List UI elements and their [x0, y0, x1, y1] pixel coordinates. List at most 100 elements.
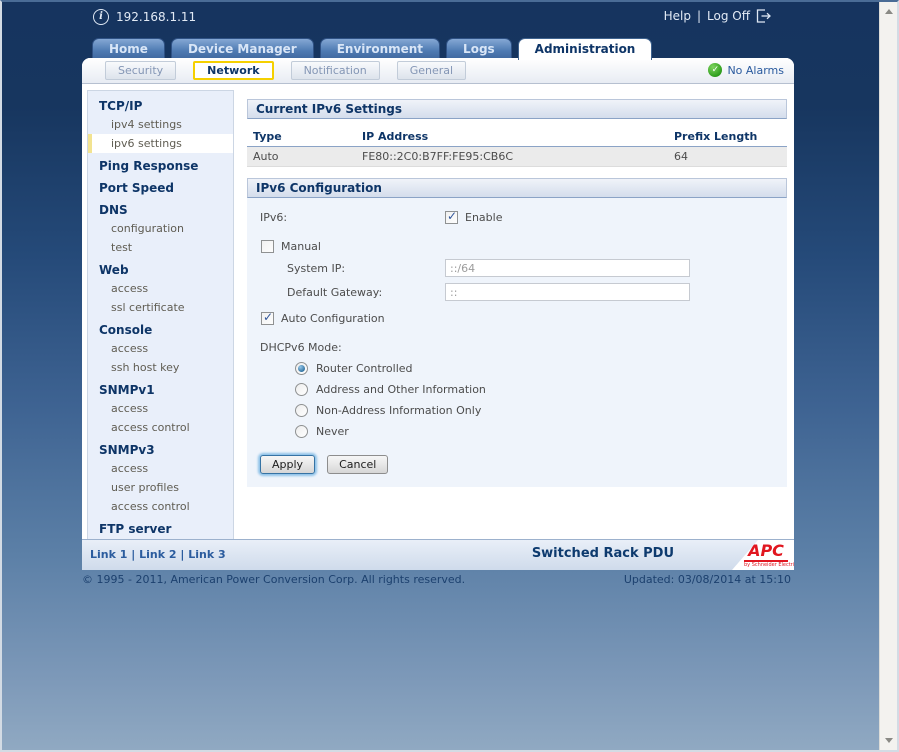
tab-logs[interactable]: Logs	[446, 38, 512, 59]
device-address-group: 192.168.1.11	[93, 9, 196, 25]
auto-configuration-checkbox[interactable]	[261, 312, 274, 325]
system-ip-row: System IP:	[287, 259, 787, 277]
sidebar-item-tcpip[interactable]: TCP/IP	[88, 93, 233, 115]
sidebar-item-dns-test[interactable]: test	[88, 238, 233, 257]
sidebar-item-web-access[interactable]: access	[88, 279, 233, 298]
system-ip-input[interactable]	[445, 259, 690, 277]
column-header-ip-address: IP Address	[356, 128, 668, 147]
cell-ip-address: FE80::2C0:B7FF:FE95:CB6C	[356, 147, 668, 167]
address-other-radio[interactable]	[295, 383, 308, 396]
sidebar-item-snmpv3-access-control[interactable]: access control	[88, 497, 233, 516]
sidebar-item-dns-configuration[interactable]: configuration	[88, 219, 233, 238]
non-address-label: Non-Address Information Only	[316, 404, 481, 417]
column-header-type: Type	[247, 128, 356, 147]
sidebar-item-console[interactable]: Console	[88, 317, 233, 339]
apc-logo: APC by Schneider Electric	[744, 543, 788, 569]
current-ipv6-settings-table: Type IP Address Prefix Length Auto FE80:…	[247, 128, 787, 167]
subtab-security[interactable]: Security	[105, 61, 176, 80]
alarm-status[interactable]: No Alarms	[708, 63, 784, 77]
main-tab-bar: Home Device Manager Environment Logs Adm…	[92, 38, 652, 59]
toplink-separator: |	[697, 9, 701, 23]
cell-prefix-length: 64	[668, 147, 787, 167]
dhcpv6-option-address-other: Address and Other Information	[295, 383, 787, 396]
sidebar-item-ipv4-settings[interactable]: ipv4 settings	[88, 115, 233, 134]
subtab-network[interactable]: Network	[193, 61, 273, 80]
non-address-radio[interactable]	[295, 404, 308, 417]
subtab-notification[interactable]: Notification	[291, 61, 380, 80]
apc-tagline: by Schneider Electric	[744, 562, 788, 569]
never-label: Never	[316, 425, 349, 438]
system-ip-label: System IP:	[287, 262, 445, 275]
vertical-scrollbar[interactable]	[879, 2, 897, 750]
sidebar-item-dns[interactable]: DNS	[88, 197, 233, 219]
scroll-up-button[interactable]	[880, 3, 897, 20]
current-ipv6-settings-header: Current IPv6 Settings	[247, 99, 787, 119]
footer-link-2[interactable]: Link 2	[139, 548, 176, 561]
sidebar-item-console-access[interactable]: access	[88, 339, 233, 358]
sidebar-item-ssh-host-key[interactable]: ssh host key	[88, 358, 233, 377]
footer-link-separator: |	[131, 548, 135, 561]
footer-links: Link 1 | Link 2 | Link 3	[90, 548, 226, 561]
footer-link-3[interactable]: Link 3	[188, 548, 225, 561]
info-icon	[93, 9, 109, 25]
auto-configuration-row: Auto Configuration	[261, 312, 787, 325]
default-gateway-input[interactable]	[445, 283, 690, 301]
sidebar-item-ipv6-settings[interactable]: ipv6 settings	[88, 134, 233, 153]
dhcpv6-option-never: Never	[295, 425, 787, 438]
sidebar-item-snmpv3-access[interactable]: access	[88, 459, 233, 478]
manual-row: Manual	[261, 240, 787, 253]
subtabs: Security Network Notification General	[105, 61, 466, 80]
sidebar-item-snmpv1-access-control[interactable]: access control	[88, 418, 233, 437]
sidebar-item-snmpv3[interactable]: SNMPv3	[88, 437, 233, 459]
tab-device-manager[interactable]: Device Manager	[171, 38, 314, 59]
footer-link-separator: |	[180, 548, 184, 561]
form-buttons: Apply Cancel	[260, 455, 787, 474]
dhcpv6-option-non-address: Non-Address Information Only	[295, 404, 787, 417]
manual-label: Manual	[281, 240, 321, 253]
router-controlled-label: Router Controlled	[316, 362, 413, 375]
apply-button[interactable]: Apply	[260, 455, 315, 474]
tab-home[interactable]: Home	[92, 38, 165, 59]
address-other-label: Address and Other Information	[316, 383, 486, 396]
tab-environment[interactable]: Environment	[320, 38, 440, 59]
column-header-prefix-length: Prefix Length	[668, 128, 787, 147]
never-radio[interactable]	[295, 425, 308, 438]
sidebar-item-snmpv1-access[interactable]: access	[88, 399, 233, 418]
alarm-status-label: No Alarms	[727, 64, 784, 77]
cancel-button[interactable]: Cancel	[327, 455, 388, 474]
session-links: Help | Log Off	[664, 9, 771, 23]
sidebar-item-web[interactable]: Web	[88, 257, 233, 279]
help-link[interactable]: Help	[664, 9, 691, 23]
table-row: Auto FE80::2C0:B7FF:FE95:CB6C 64	[247, 147, 787, 167]
no-alarms-check-icon	[708, 63, 722, 77]
default-gateway-label: Default Gateway:	[287, 286, 445, 299]
router-controlled-radio[interactable]	[295, 362, 308, 375]
tab-administration[interactable]: Administration	[518, 38, 653, 60]
sidebar-item-port-speed[interactable]: Port Speed	[88, 175, 233, 197]
content-panel: Security Network Notification General No…	[82, 58, 794, 570]
default-gateway-row: Default Gateway:	[287, 283, 787, 301]
footer-link-1[interactable]: Link 1	[90, 548, 127, 561]
main-content: Current IPv6 Settings Type IP Address Pr…	[247, 99, 787, 487]
copyright-text: © 1995 - 2011, American Power Conversion…	[82, 573, 465, 586]
sidebar-item-snmpv1[interactable]: SNMPv1	[88, 377, 233, 399]
sidebar-item-ftp-server[interactable]: FTP server	[88, 516, 233, 538]
sidebar-item-user-profiles[interactable]: user profiles	[88, 478, 233, 497]
ipv6-enable-label: Enable	[465, 211, 502, 224]
auto-configuration-label: Auto Configuration	[281, 312, 385, 325]
ipv6-enable-checkbox[interactable]	[445, 211, 458, 224]
copyright-bar: © 1995 - 2011, American Power Conversion…	[82, 573, 791, 586]
apc-brand-text: APC	[744, 543, 788, 562]
top-bar: 192.168.1.11 Help | Log Off	[2, 2, 880, 32]
sidebar-item-ssl-certificate[interactable]: ssl certificate	[88, 298, 233, 317]
dhcpv6-option-router-controlled: Router Controlled	[295, 362, 787, 375]
dhcpv6-mode-label: DHCPv6 Mode:	[260, 341, 787, 354]
product-name: Switched Rack PDU	[532, 546, 674, 561]
subtab-general[interactable]: General	[397, 61, 466, 80]
logoff-icon[interactable]	[756, 9, 771, 23]
scroll-down-button[interactable]	[880, 732, 897, 749]
manual-checkbox[interactable]	[261, 240, 274, 253]
logoff-link[interactable]: Log Off	[707, 9, 750, 23]
sidebar-item-ping-response[interactable]: Ping Response	[88, 153, 233, 175]
ipv6-enable-row: IPv6: Enable	[260, 198, 787, 224]
